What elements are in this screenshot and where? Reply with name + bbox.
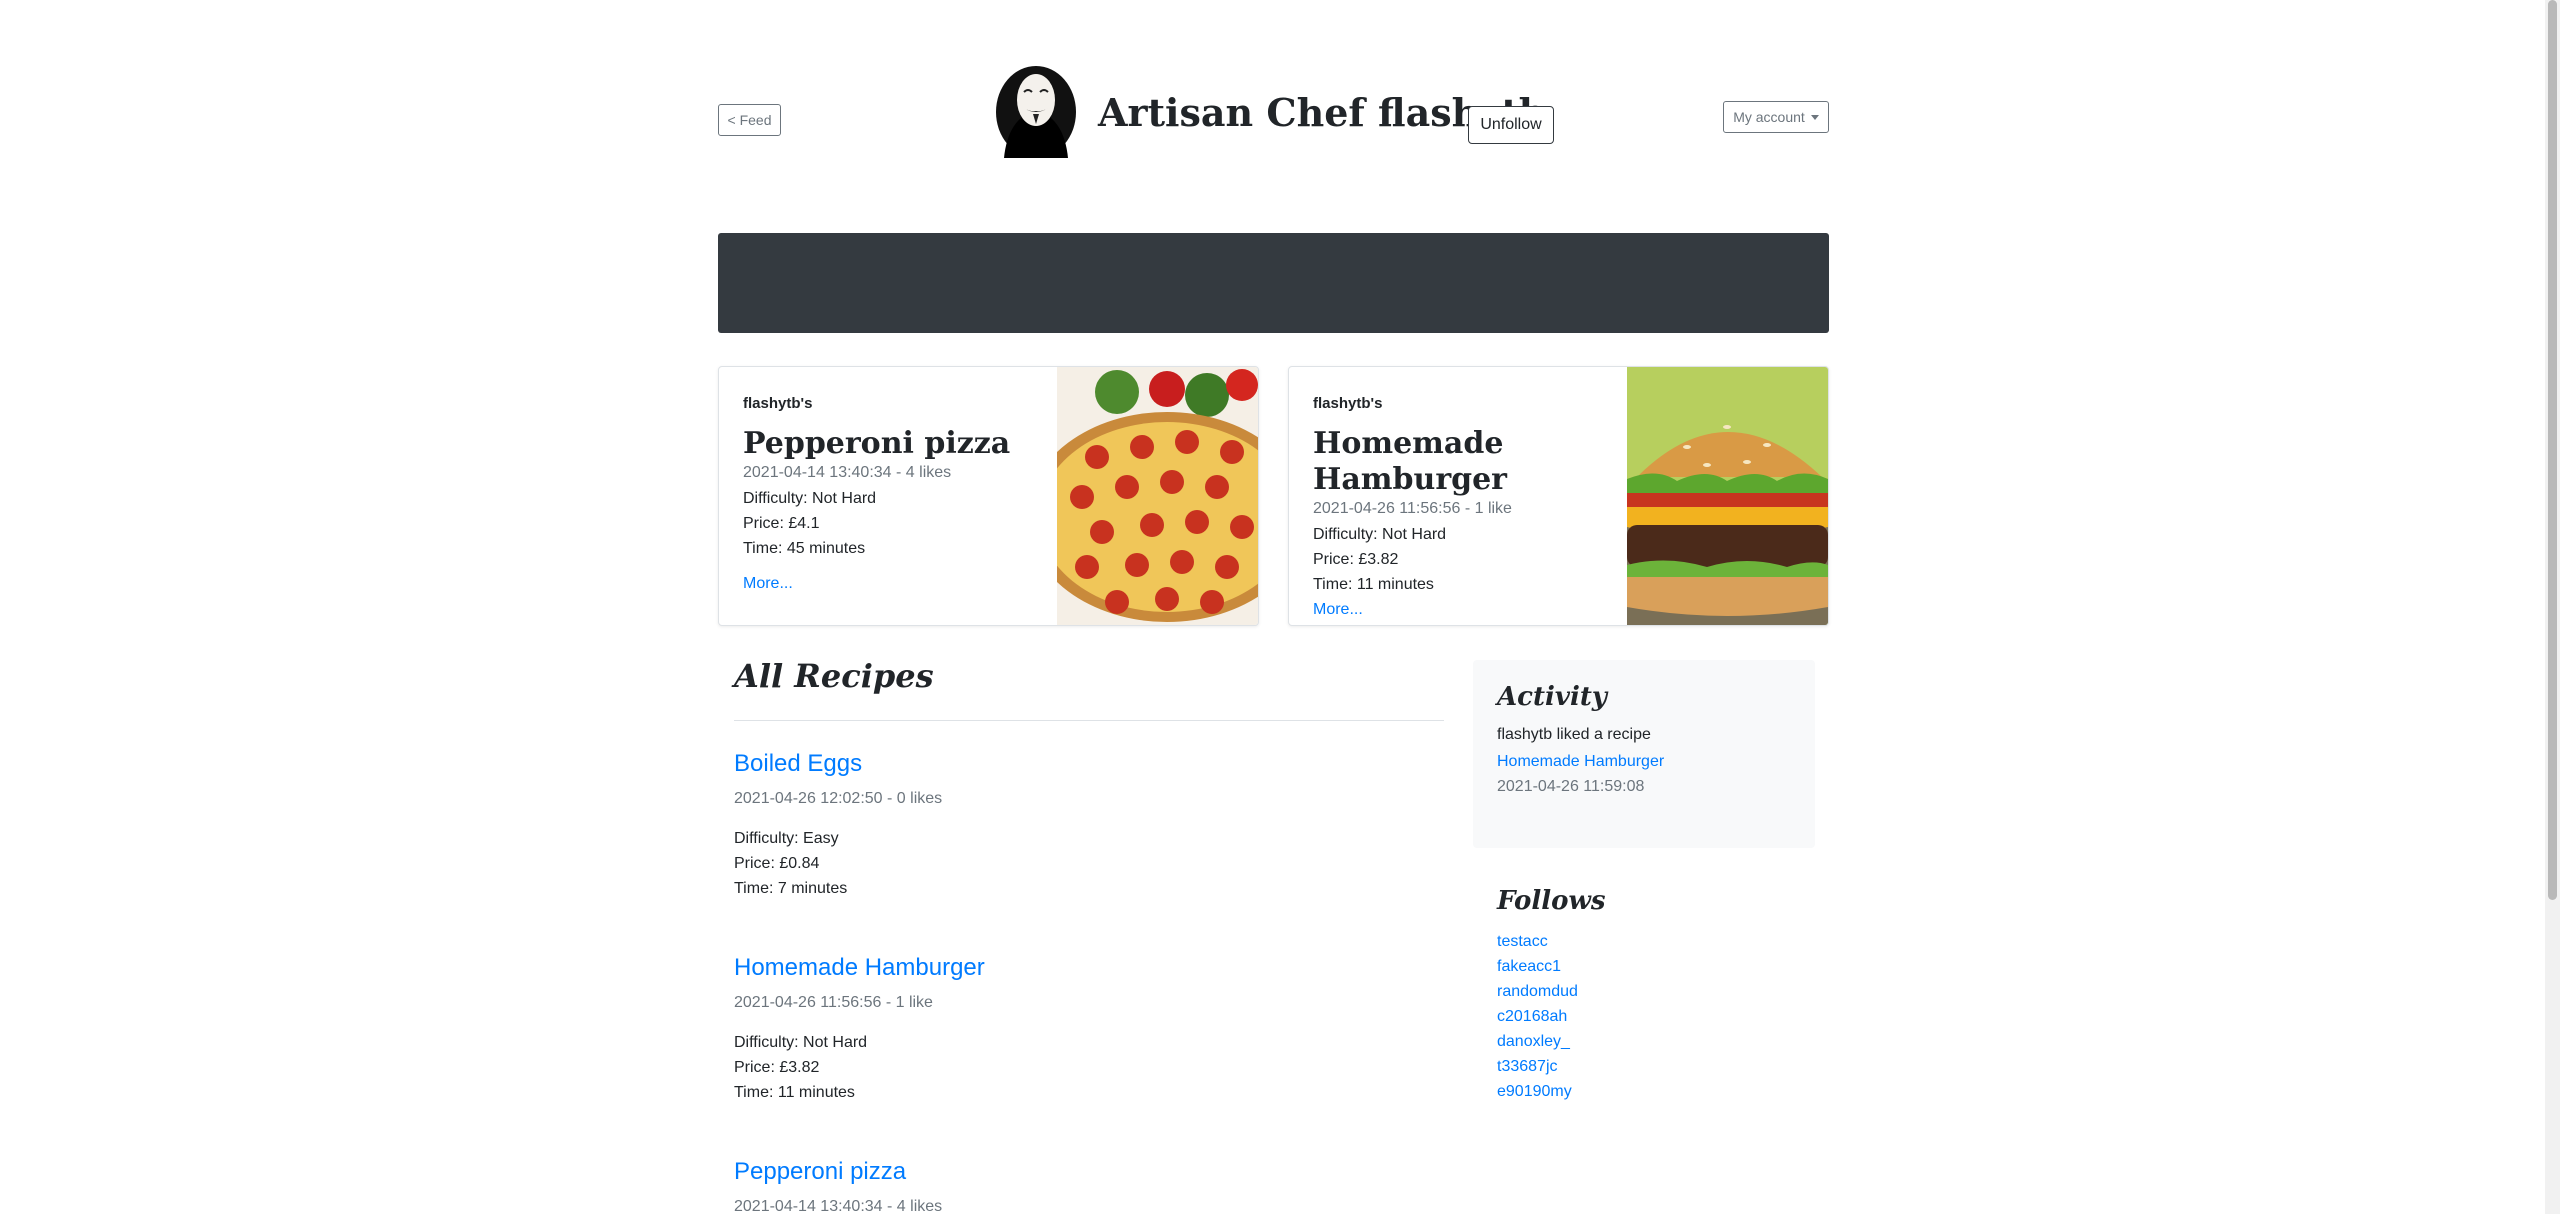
card-price: Price: £4.1 bbox=[743, 515, 820, 532]
follow-user-link[interactable]: danoxley_ bbox=[1497, 1033, 1570, 1050]
card-title: Pepperoni pizza bbox=[743, 426, 1011, 461]
pizza-image bbox=[1057, 367, 1258, 625]
feed-button[interactable]: < Feed bbox=[718, 104, 781, 136]
caret-down-icon bbox=[1810, 114, 1819, 120]
recipe-title-link[interactable]: Boiled Eggs bbox=[734, 750, 862, 777]
my-account-dropdown[interactable]: My account bbox=[1723, 101, 1829, 133]
featured-recipe-card: flashytb's Homemade Hamburger 2021-04-26… bbox=[1288, 366, 1829, 626]
card-owner: flashytb's bbox=[743, 395, 813, 412]
card-meta: 2021-04-14 13:40:34 - 4 likes bbox=[743, 464, 952, 481]
recipe-time: Time: 7 minutes bbox=[734, 880, 848, 897]
recipe-price: Price: £0.84 bbox=[734, 855, 820, 872]
scrollbar-thumb[interactable] bbox=[2548, 0, 2557, 900]
hamburger-image bbox=[1627, 367, 1828, 625]
vertical-scrollbar[interactable] bbox=[2545, 0, 2560, 1214]
follows-heading: Follows bbox=[1497, 886, 1606, 916]
avatar-icon bbox=[996, 66, 1076, 158]
hero-banner bbox=[718, 233, 1829, 333]
card-price: Price: £3.82 bbox=[1313, 551, 1399, 568]
all-recipes-heading: All Recipes bbox=[734, 657, 934, 695]
follow-user-link[interactable]: fakeacc1 bbox=[1497, 958, 1561, 975]
recipe-time: Time: 11 minutes bbox=[734, 1084, 855, 1101]
follows-list: testacc fakeacc1 randomdud c20168ah dano… bbox=[1497, 929, 1578, 1104]
card-title: Homemade Hamburger bbox=[1313, 426, 1507, 497]
card-more-link[interactable]: More... bbox=[1313, 601, 1613, 619]
divider bbox=[734, 720, 1444, 721]
activity-time: 2021-04-26 11:59:08 bbox=[1497, 778, 1645, 795]
card-more-link[interactable]: More... bbox=[743, 575, 1033, 593]
follow-user-link[interactable]: randomdud bbox=[1497, 983, 1578, 1000]
card-time: Time: 45 minutes bbox=[743, 540, 866, 557]
my-account-label: My account bbox=[1733, 109, 1805, 125]
unfollow-button[interactable]: Unfollow bbox=[1468, 106, 1554, 144]
follow-user-link[interactable]: testacc bbox=[1497, 933, 1548, 950]
follow-user-link[interactable]: t33687jc bbox=[1497, 1058, 1558, 1075]
recipe-title-link[interactable]: Homemade Hamburger bbox=[734, 954, 985, 981]
recipe-meta: 2021-04-26 12:02:50 - 0 likes bbox=[734, 790, 943, 807]
recipe-price: Price: £3.82 bbox=[734, 1059, 820, 1076]
card-owner: flashytb's bbox=[1313, 395, 1383, 412]
featured-recipe-card: flashytb's Pepperoni pizza 2021-04-14 13… bbox=[718, 366, 1259, 626]
activity-heading: Activity bbox=[1497, 682, 1607, 712]
card-difficulty: Difficulty: Not Hard bbox=[743, 490, 877, 507]
recipe-item: Boiled Eggs 2021-04-26 12:02:50 - 0 like… bbox=[734, 750, 1434, 901]
recipe-meta: 2021-04-26 11:56:56 - 1 like bbox=[734, 994, 933, 1011]
activity-text: flashytb liked a recipe bbox=[1497, 726, 1651, 743]
card-time: Time: 11 minutes bbox=[1313, 576, 1434, 593]
recipe-title-link[interactable]: Pepperoni pizza bbox=[734, 1158, 906, 1185]
follow-user-link[interactable]: e90190my bbox=[1497, 1083, 1572, 1100]
recipe-item: Homemade Hamburger 2021-04-26 11:56:56 -… bbox=[734, 954, 1434, 1105]
follow-user-link[interactable]: c20168ah bbox=[1497, 1008, 1567, 1025]
recipe-item: Pepperoni pizza 2021-04-14 13:40:34 - 4 … bbox=[734, 1158, 1434, 1216]
card-meta: 2021-04-26 11:56:56 - 1 like bbox=[1313, 500, 1512, 517]
card-difficulty: Difficulty: Not Hard bbox=[1313, 526, 1447, 543]
activity-recipe-link[interactable]: Homemade Hamburger bbox=[1497, 753, 1664, 771]
recipe-difficulty: Difficulty: Easy bbox=[734, 830, 839, 847]
activity-panel: Activity flashytb liked a recipe Homemad… bbox=[1473, 660, 1815, 848]
recipe-difficulty: Difficulty: Not Hard bbox=[734, 1034, 868, 1051]
recipe-meta: 2021-04-14 13:40:34 - 4 likes bbox=[734, 1198, 943, 1215]
